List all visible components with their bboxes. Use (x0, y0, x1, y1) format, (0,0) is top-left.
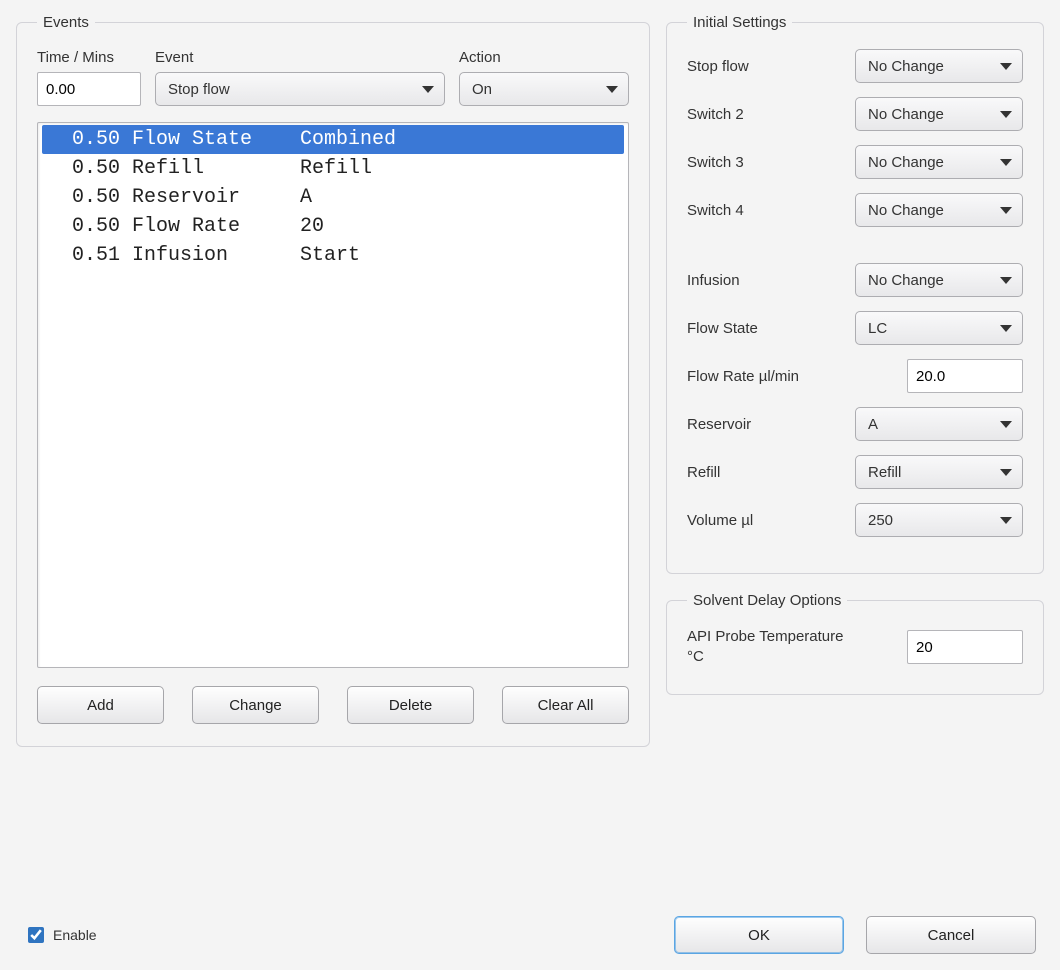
setting-switch2: Switch 2 No Change (687, 97, 1023, 131)
enable-label[interactable]: Enable (53, 927, 97, 943)
chevron-down-icon (1000, 325, 1012, 332)
event-row[interactable]: 0.50 Reservoir A (42, 183, 624, 212)
setting-switch3: Switch 3 No Change (687, 145, 1023, 179)
setting-flow-state: Flow State LC (687, 311, 1023, 345)
ok-button[interactable]: OK (674, 916, 844, 954)
switch3-label: Switch 3 (687, 154, 837, 171)
volume-value: 250 (868, 512, 893, 529)
reservoir-dropdown[interactable]: A (855, 407, 1023, 441)
chevron-down-icon (606, 86, 618, 93)
chevron-down-icon (422, 86, 434, 93)
stop-flow-dropdown[interactable]: No Change (855, 49, 1023, 83)
chevron-down-icon (1000, 421, 1012, 428)
event-row[interactable]: 0.51 Infusion Start (42, 241, 624, 270)
switch2-label: Switch 2 (687, 106, 837, 123)
refill-value: Refill (868, 464, 901, 481)
switch3-value: No Change (868, 154, 944, 171)
api-probe-temp-row: API Probe Temperature °C (687, 627, 1023, 668)
chevron-down-icon (1000, 517, 1012, 524)
reservoir-label: Reservoir (687, 416, 837, 433)
refill-dropdown[interactable]: Refill (855, 455, 1023, 489)
setting-volume: Volume µl 250 (687, 503, 1023, 537)
chevron-down-icon (1000, 159, 1012, 166)
stop-flow-value: No Change (868, 58, 944, 75)
events-button-row: Add Change Delete Clear All (37, 686, 629, 724)
event-row[interactable]: 0.50 Flow Rate 20 (42, 212, 624, 241)
switch4-value: No Change (868, 202, 944, 219)
initial-settings-group: Initial Settings Stop flow No Change Swi… (666, 14, 1044, 574)
switch4-label: Switch 4 (687, 202, 837, 219)
action-dropdown[interactable]: On (459, 72, 629, 106)
stop-flow-label: Stop flow (687, 58, 837, 75)
switch3-dropdown[interactable]: No Change (855, 145, 1023, 179)
flow-rate-input[interactable] (907, 359, 1023, 393)
flow-rate-label: Flow Rate µl/min (687, 368, 837, 385)
cancel-button[interactable]: Cancel (866, 916, 1036, 954)
action-dropdown-value: On (472, 81, 492, 98)
footer-buttons: OK Cancel (674, 916, 1036, 954)
flow-state-label: Flow State (687, 320, 837, 337)
change-button[interactable]: Change (192, 686, 319, 724)
infusion-label: Infusion (687, 272, 837, 289)
event-list[interactable]: 0.50 Flow State Combined 0.50 Refill Ref… (37, 122, 629, 668)
events-legend: Events (37, 14, 95, 31)
setting-infusion: Infusion No Change (687, 263, 1023, 297)
event-dropdown-value: Stop flow (168, 81, 230, 98)
enable-checkbox[interactable] (28, 927, 44, 943)
infusion-value: No Change (868, 272, 944, 289)
chevron-down-icon (1000, 111, 1012, 118)
delete-button[interactable]: Delete (347, 686, 474, 724)
event-row[interactable]: 0.50 Flow State Combined (42, 125, 624, 154)
flow-state-dropdown[interactable]: LC (855, 311, 1023, 345)
clear-all-button[interactable]: Clear All (502, 686, 629, 724)
reservoir-value: A (868, 416, 878, 433)
volume-dropdown[interactable]: 250 (855, 503, 1023, 537)
api-probe-temp-label: API Probe Temperature °C (687, 627, 847, 668)
setting-stop-flow: Stop flow No Change (687, 49, 1023, 83)
enable-wrap: Enable (24, 924, 97, 946)
chevron-down-icon (1000, 469, 1012, 476)
event-label: Event (155, 49, 445, 66)
switch2-value: No Change (868, 106, 944, 123)
refill-label: Refill (687, 464, 837, 481)
events-input-row: Time / Mins Event Stop flow Action (37, 49, 629, 106)
flow-state-value: LC (868, 320, 887, 337)
volume-label: Volume µl (687, 512, 837, 529)
add-button[interactable]: Add (37, 686, 164, 724)
event-dropdown[interactable]: Stop flow (155, 72, 445, 106)
setting-flow-rate: Flow Rate µl/min (687, 359, 1023, 393)
footer: Enable OK Cancel (0, 916, 1060, 954)
time-input[interactable] (37, 72, 141, 106)
time-label: Time / Mins (37, 49, 141, 66)
setting-reservoir: Reservoir A (687, 407, 1023, 441)
switch4-dropdown[interactable]: No Change (855, 193, 1023, 227)
action-label: Action (459, 49, 629, 66)
switch2-dropdown[interactable]: No Change (855, 97, 1023, 131)
chevron-down-icon (1000, 277, 1012, 284)
events-group: Events Time / Mins Event Stop flow (16, 14, 650, 747)
spacer (687, 241, 1023, 263)
setting-refill: Refill Refill (687, 455, 1023, 489)
event-row[interactable]: 0.50 Refill Refill (42, 154, 624, 183)
solvent-delay-group: Solvent Delay Options API Probe Temperat… (666, 592, 1044, 695)
chevron-down-icon (1000, 207, 1012, 214)
initial-settings-legend: Initial Settings (687, 14, 792, 31)
setting-switch4: Switch 4 No Change (687, 193, 1023, 227)
infusion-dropdown[interactable]: No Change (855, 263, 1023, 297)
solvent-delay-legend: Solvent Delay Options (687, 592, 847, 609)
chevron-down-icon (1000, 63, 1012, 70)
api-probe-temp-input[interactable] (907, 630, 1023, 664)
